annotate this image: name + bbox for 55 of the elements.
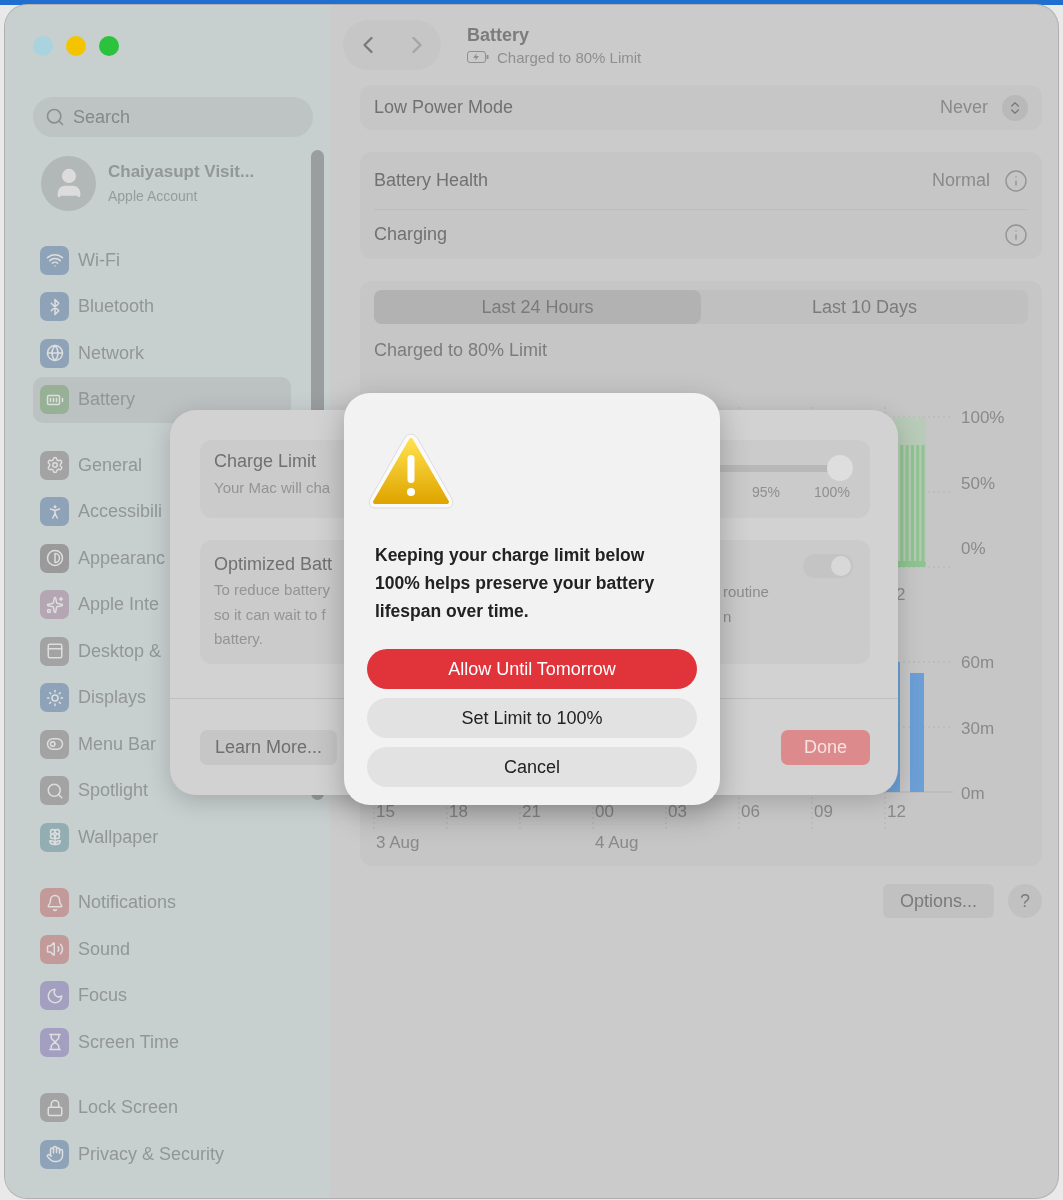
row-value: Normal: [932, 170, 990, 191]
sidebar-item[interactable]: Bluetooth: [33, 283, 291, 330]
stepper-icon[interactable]: [1002, 94, 1028, 121]
axis-label: 50%: [961, 473, 996, 493]
info-icon[interactable]: [1004, 168, 1028, 193]
alert-message: Keeping your charge limit below 100% helps preserve your battery lifespan over time.: [375, 544, 656, 623]
window-control[interactable]: [33, 36, 53, 56]
axis-label: 4 Aug: [595, 833, 639, 852]
sidebar-item[interactable]: Wallpaper: [33, 814, 291, 861]
row-description: routine n: [722, 582, 770, 627]
axis-label: 3 Aug: [376, 833, 420, 852]
axis-label: 0%: [961, 539, 986, 558]
slider-tick: 95%: [752, 484, 781, 500]
search-icon: [45, 107, 65, 127]
info-icon[interactable]: [1004, 222, 1028, 247]
axis-label: 100%: [961, 408, 1005, 427]
sidebar-item[interactable]: Screen Time: [33, 1019, 291, 1066]
allow-button[interactable]: Allow Until Tomorrow: [367, 649, 697, 689]
sidebar-item[interactable]: Focus: [33, 972, 291, 1019]
sidebar-item[interactable]: Privacy & Security: [33, 1131, 291, 1178]
search-field[interactable]: Search: [33, 97, 313, 137]
battery-icon: [467, 51, 489, 63]
axis-label: 60m: [961, 653, 995, 672]
axis-label: 12: [887, 802, 906, 821]
row-label: Charging: [374, 224, 448, 245]
sidebar-item[interactable]: Sound: [33, 926, 291, 973]
popup-value[interactable]: Never: [940, 97, 988, 118]
alert-button[interactable]: Cancel: [367, 747, 697, 787]
row-title: Charge Limit: [214, 451, 318, 472]
axis-label: 30m: [961, 718, 995, 738]
help-button[interactable]: ?: [1008, 884, 1042, 918]
warning-icon: [367, 431, 455, 511]
history-caption: Charged to 80% Limit: [374, 340, 549, 362]
row-title: Optimized Batt: [214, 554, 334, 575]
row-label: Battery Health: [374, 170, 489, 191]
sidebar-item[interactable]: Wi-Fi: [33, 237, 291, 284]
done-button[interactable]: Done: [780, 730, 870, 765]
row-label: Low Power Mode: [374, 97, 514, 118]
window-control[interactable]: [66, 36, 86, 56]
alert-button[interactable]: Set Limit to 100%: [367, 698, 697, 738]
axis-label: 0m: [961, 784, 985, 803]
slider-tick: 100%: [814, 484, 850, 500]
window-title: Battery: [467, 24, 531, 46]
sidebar-item[interactable]: Notifications: [33, 879, 291, 926]
axis-label: 09: [814, 802, 833, 821]
window-control[interactable]: [99, 36, 119, 56]
account-name[interactable]: Chaiyasupt Visit...: [108, 162, 255, 182]
sidebar-item[interactable]: Network: [33, 330, 291, 377]
learn-more-button[interactable]: Learn More...: [200, 730, 338, 765]
sidebar-item[interactable]: Lock Screen: [33, 1084, 291, 1131]
window-subtitle: Charged to 80% Limit: [497, 48, 642, 66]
options-button[interactable]: Options...: [882, 884, 994, 918]
slider-thumb[interactable]: [827, 455, 853, 481]
tab[interactable]: Last 10 Days: [701, 290, 1028, 324]
axis-label: 06: [741, 802, 760, 821]
